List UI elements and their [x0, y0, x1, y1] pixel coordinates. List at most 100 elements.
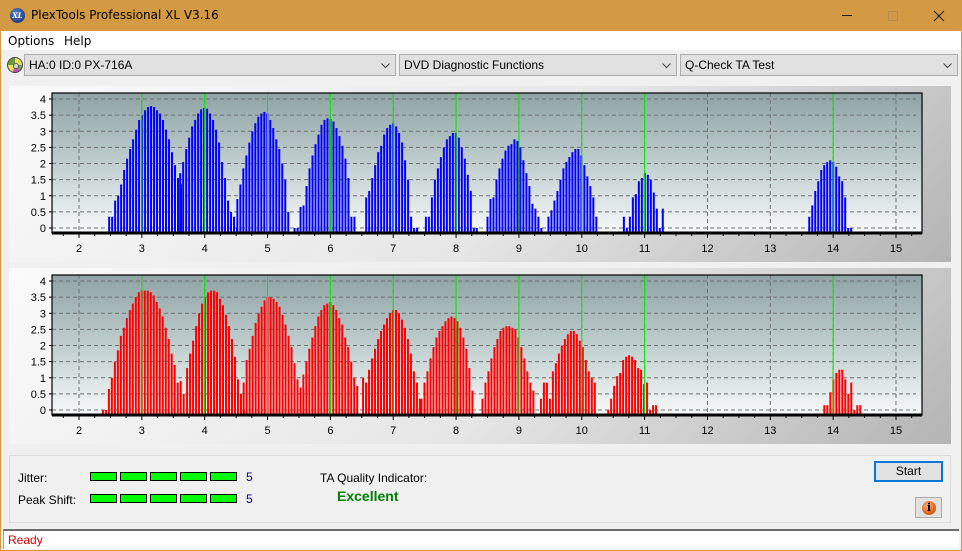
histogram-bar	[144, 110, 147, 233]
histogram-bar	[377, 152, 380, 233]
histogram-bar	[424, 216, 427, 233]
x-tick-label: 6	[327, 243, 333, 255]
y-tick-label: 3	[40, 126, 46, 138]
histogram-bar	[649, 179, 652, 233]
histogram-bar	[263, 111, 266, 233]
y-tick-label: 2.5	[31, 324, 46, 336]
x-tick-label: 11	[639, 425, 650, 437]
histogram-bar	[117, 195, 120, 233]
histogram-bar	[150, 106, 153, 233]
jitter-meter-segment	[90, 472, 117, 481]
histogram-bar	[158, 308, 161, 415]
histogram-bar	[356, 385, 359, 415]
x-tick-label: 6	[327, 425, 333, 437]
histogram-bar	[631, 197, 634, 233]
histogram-bar	[513, 139, 516, 233]
histogram-bar	[152, 295, 155, 415]
histogram-bar	[404, 160, 407, 233]
histogram-bar	[353, 377, 356, 415]
histogram-bar	[394, 310, 397, 415]
histogram-bar	[332, 305, 335, 415]
histogram-bar	[197, 113, 200, 233]
histogram-bar	[248, 348, 251, 415]
histogram-bar	[456, 321, 459, 415]
peak-shift-meter-segment	[180, 494, 207, 503]
histogram-bar	[296, 379, 299, 415]
x-tick-label: 13	[764, 243, 776, 255]
close-button[interactable]	[916, 0, 962, 31]
histogram-bar	[135, 129, 138, 233]
top-chart: 0 0.5 1 1.5 2 2.5 3 3.5 4 2 3 4 5 6 7 8 9 10 11 12 13 14 15	[31, 92, 923, 255]
histogram-bar	[156, 110, 159, 233]
histogram-bar	[505, 326, 508, 415]
drive-select[interactable]: HA:0 ID:0 PX-716A	[24, 54, 396, 76]
histogram-bar	[350, 216, 353, 233]
histogram-bar	[281, 163, 284, 233]
x-tick-label: 7	[390, 243, 396, 255]
histogram-bar	[631, 356, 634, 415]
histogram-bar	[215, 129, 218, 233]
menu-options[interactable]: Options	[8, 34, 54, 48]
histogram-bar	[323, 119, 326, 233]
histogram-bar	[487, 371, 490, 415]
histogram-bar	[380, 145, 383, 233]
histogram-bar	[510, 144, 513, 233]
x-tick-label: 10	[576, 425, 588, 437]
histogram-bar	[559, 179, 562, 233]
histogram-bar	[415, 382, 418, 415]
histogram-bar	[314, 326, 317, 415]
histogram-bar	[489, 198, 492, 233]
histogram-bar	[519, 147, 522, 233]
histogram-bar	[481, 398, 484, 415]
histogram-bar	[493, 347, 496, 415]
test-select[interactable]: Q-Check TA Test	[680, 54, 958, 76]
histogram-bar	[254, 322, 257, 415]
info-button[interactable]: i	[915, 497, 942, 518]
histogram-bar	[646, 382, 649, 415]
histogram-bar	[459, 327, 462, 415]
minimize-button[interactable]	[824, 0, 870, 31]
xl-logo-icon: XL	[10, 8, 25, 23]
x-tick-label: 15	[890, 243, 902, 255]
maximize-button[interactable]	[870, 0, 916, 31]
histogram-bar	[272, 298, 275, 415]
histogram-bar	[808, 216, 811, 233]
histogram-bar	[386, 318, 389, 415]
function-select-value: DVD Diagnostic Functions	[404, 58, 545, 72]
histogram-bar	[655, 208, 658, 233]
x-tick-label: 7	[390, 425, 396, 437]
histogram-bar	[146, 290, 149, 415]
histogram-bar	[547, 216, 550, 233]
histogram-bar	[640, 178, 643, 233]
histogram-bar	[646, 174, 649, 233]
histogram-bar	[817, 181, 820, 233]
histogram-bar	[317, 134, 320, 233]
histogram-bar	[216, 292, 219, 415]
histogram-bar	[554, 363, 557, 415]
menu-help[interactable]: Help	[64, 34, 91, 48]
histogram-bar	[448, 136, 451, 233]
histogram-bar	[587, 371, 590, 415]
histogram-bar	[628, 216, 631, 233]
function-select[interactable]: DVD Diagnostic Functions	[399, 54, 677, 76]
histogram-bar	[838, 369, 841, 415]
histogram-bar	[123, 169, 126, 233]
histogram-bar	[652, 192, 655, 233]
histogram-bar	[593, 382, 596, 415]
y-tick-label: 1.5	[31, 357, 46, 369]
peak-shift-meter-segment	[150, 494, 177, 503]
start-button[interactable]: Start	[874, 461, 943, 482]
histogram-bar	[353, 216, 356, 233]
status-text: Ready	[8, 533, 43, 547]
histogram-bar	[171, 152, 174, 233]
disc-drive-icon	[7, 57, 23, 73]
histogram-bar	[829, 392, 832, 415]
x-tick-label: 14	[827, 243, 839, 255]
histogram-bar	[460, 147, 463, 233]
histogram-bar	[200, 109, 203, 233]
histogram-bar	[254, 123, 257, 233]
histogram-bar	[610, 398, 613, 415]
histogram-bar	[260, 113, 263, 233]
histogram-bar	[563, 339, 566, 415]
title-bar[interactable]: XL PlexTools Professional XL V3.16	[0, 0, 962, 31]
